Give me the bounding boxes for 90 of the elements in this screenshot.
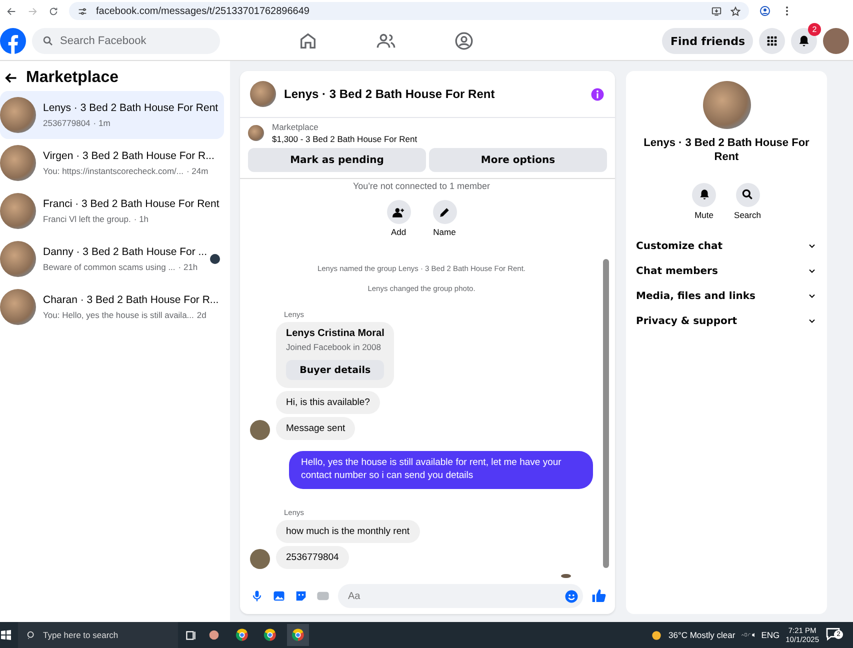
bell-icon [797, 34, 811, 48]
grid-icon [765, 34, 779, 48]
profile-photo[interactable] [823, 28, 849, 54]
conversation-item[interactable]: Danny · 3 Bed 2 Bath House For ... Beware of common scams using ... · 21h [0, 235, 224, 283]
conversation-item[interactable]: Franci · 3 Bed 2 Bath House For Rent Franci Vl left the group. · 1h [0, 187, 224, 235]
menu-button[interactable] [759, 28, 785, 54]
image-icon [272, 589, 286, 603]
sidebar-title: Marketplace [26, 69, 118, 87]
windows-icon [0, 629, 12, 641]
site-settings-icon [77, 6, 88, 16]
listing-photo [248, 125, 264, 141]
home-icon [298, 31, 318, 51]
app-icon [207, 628, 221, 642]
message-time: · 1m [93, 118, 110, 128]
listing-photo [250, 81, 276, 107]
conversation-item[interactable]: Charan · 3 Bed 2 Bath House For R... You: Hello, yes the house is still availa... 2d [0, 283, 224, 331]
scrollbar[interactable] [603, 259, 609, 568]
browser-icon [291, 628, 305, 642]
chat-title: Lenys · 3 Bed 2 Bath House For Rent [642, 137, 810, 164]
conversation-title: Charan · 3 Bed 2 Bath House For R... [43, 294, 220, 308]
connection-notice: You're not connected to 1 member [352, 181, 491, 191]
buyer-details-button[interactable]: Buyer details [286, 360, 384, 380]
info-icon [590, 86, 605, 102]
weather-text: 36°C Mostly clear [668, 630, 736, 640]
find-friends-button[interactable]: Find friends [662, 28, 753, 54]
groups-icon [454, 31, 474, 51]
address-bar[interactable]: facebook.com/messages/t/25133701762896649 [69, 2, 749, 20]
profile-name: Lenys Cristina Moral [286, 328, 384, 339]
add-person-icon [392, 206, 405, 218]
conversation-title: Lenys · 3 Bed 2 Bath House For Rent [43, 102, 220, 116]
conversation-item[interactable]: Virgen · 3 Bed 2 Bath House For R... You: https://instantscorecheck.com/... · 24m [0, 139, 224, 187]
message-preview: You: Hello, yes the house is still availa... [43, 310, 194, 320]
notifications-button[interactable] [791, 28, 817, 54]
message-bubble: Hello, yes the house is still available for rent, let me have your contact number so i can send you details [289, 451, 593, 489]
message-time: · 21h [178, 262, 198, 272]
section-toggle[interactable]: Chat members [626, 258, 827, 284]
profile-icon [759, 5, 771, 17]
conversation-item[interactable]: Lenys · 3 Bed 2 Bath House For Rent 2536779804 · 1m [0, 91, 224, 139]
listing-price-title: $1,300 - 3 Bed 2 Bath House For Rent [272, 134, 418, 144]
message-time: 2d [196, 310, 206, 320]
message-icon [825, 626, 841, 642]
message-composer[interactable]: Aa [338, 584, 583, 608]
message-time: · 24m [186, 166, 208, 176]
install-icon [711, 6, 722, 16]
sticker-icon [294, 589, 308, 603]
section-toggle[interactable]: Customize chat [626, 234, 827, 258]
message-bubble: 2536779804 [276, 546, 349, 569]
message-input[interactable]: Aa [346, 590, 564, 602]
section-toggle[interactable]: Privacy & support [626, 308, 827, 334]
thumbs-up-icon [591, 588, 607, 604]
back-arrow-icon [4, 71, 18, 85]
listing-photo [0, 97, 36, 133]
bell-icon [698, 188, 711, 201]
listing-action-button[interactable]: Mark as pending [248, 148, 426, 172]
message-time: · 1h [134, 214, 149, 224]
forward-icon [27, 6, 38, 16]
chat-title: Lenys · 3 Bed 2 Bath House For Rent [284, 87, 496, 101]
listing-action-button[interactable]: More options [429, 148, 607, 172]
emoji-icon [564, 588, 579, 604]
profile-detail: Joined Facebook in 2008 [286, 342, 382, 352]
listing-photo [0, 289, 36, 325]
conversation-title: Virgen · 3 Bed 2 Bath House For R... [43, 150, 216, 164]
listing-photo [0, 193, 36, 229]
reload-icon [48, 6, 59, 16]
listing-photo [702, 81, 750, 129]
notification-badge: 2 [808, 23, 821, 36]
task-view-icon [184, 628, 197, 642]
message-bubble: Message sent [276, 417, 356, 440]
star-icon [730, 6, 741, 16]
message-preview: You: https://instantscorecheck.com/... [43, 166, 184, 176]
browser-icon [235, 628, 249, 642]
search-field[interactable]: Search Facebook [32, 28, 220, 54]
message-preview: Beware of common scams using ... [43, 262, 176, 272]
pencil-icon [438, 206, 451, 218]
weather-icon [650, 628, 662, 642]
back-icon [6, 6, 17, 16]
section-toggle[interactable]: Media, files and links [626, 284, 827, 308]
message-bubble: Hi, is this available? [276, 391, 380, 414]
listing-photo [0, 145, 36, 181]
language-indicator: ENG [761, 630, 780, 640]
taskbar-search[interactable]: Type here to search [18, 622, 178, 648]
conversation-title: Franci · 3 Bed 2 Bath House For Rent [43, 198, 220, 212]
listing-photo [0, 241, 36, 277]
listing-label: Marketplace [272, 122, 320, 132]
message-preview: Franci Vl left the group. [43, 214, 131, 224]
message-preview: 2536779804 [43, 118, 90, 128]
browser-taskbar-button[interactable] [287, 624, 309, 646]
microphone-icon [250, 589, 264, 603]
browser-icon [263, 628, 277, 642]
message-bubble: how much is the monthly rent [276, 520, 420, 543]
